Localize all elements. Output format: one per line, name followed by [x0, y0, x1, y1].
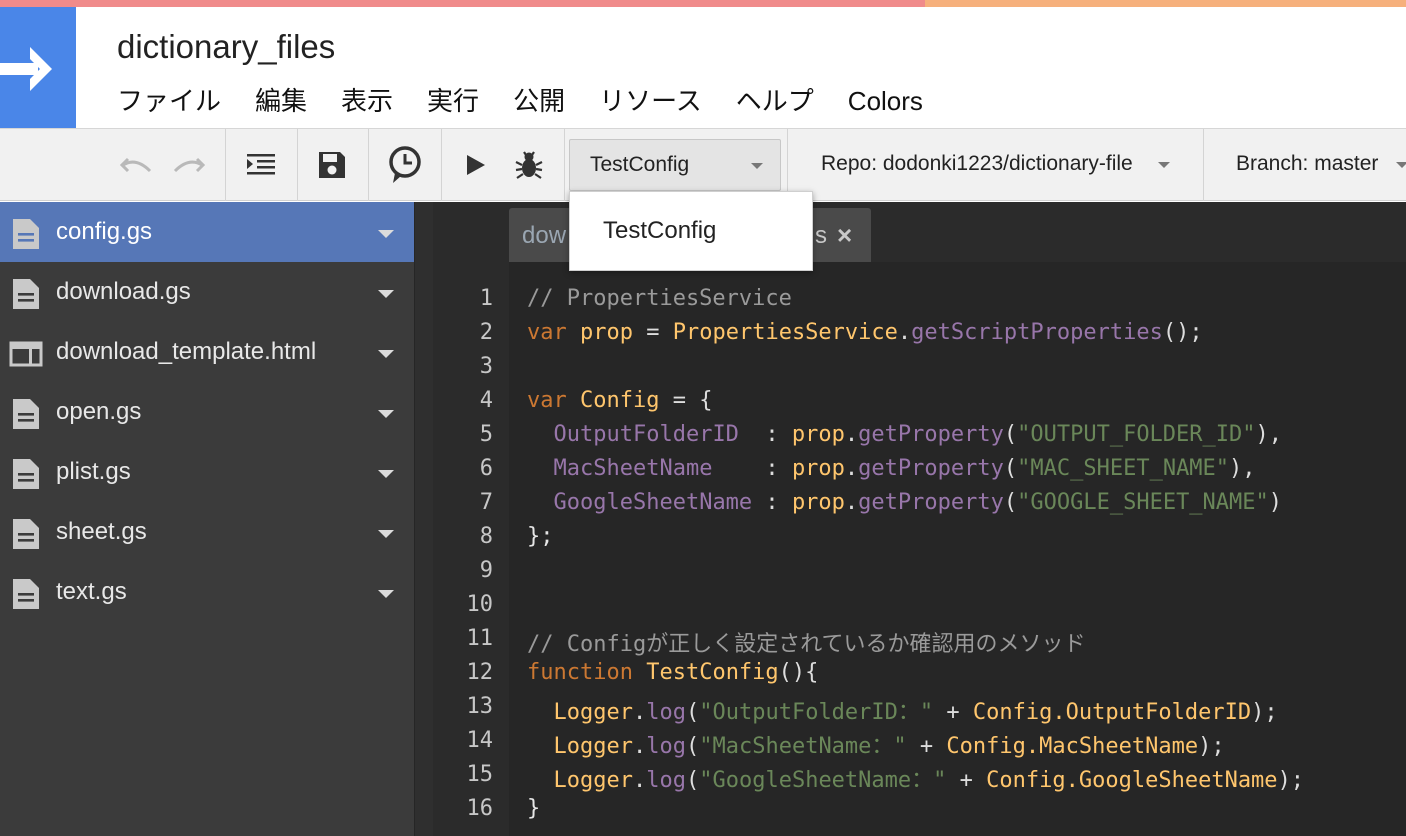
sidebar-resize-handle[interactable]	[414, 202, 433, 836]
script-file-icon	[13, 219, 39, 249]
code-line-4: var Config = {	[527, 388, 713, 413]
redo-icon	[173, 157, 206, 173]
html-file-icon	[9, 341, 43, 367]
menu-file[interactable]: ファイル	[100, 84, 238, 118]
chevron-down-icon[interactable]	[378, 290, 394, 298]
redo-button[interactable]	[168, 143, 210, 187]
chevron-down-icon	[751, 163, 763, 169]
function-dropdown-menu: TestConfig	[569, 191, 813, 271]
code-line-5: OutputFolderID : prop.getProperty("OUTPU…	[553, 422, 1283, 447]
top-color-stripe-accent	[925, 0, 1406, 7]
file-name: config.gs	[56, 218, 153, 245]
chevron-down-icon[interactable]	[378, 530, 394, 538]
chevron-down-icon[interactable]	[378, 410, 394, 418]
file-item-text[interactable]: text.gs	[0, 562, 414, 622]
file-item-download[interactable]: download.gs	[0, 262, 414, 322]
debug-bug-icon	[515, 151, 543, 179]
repo-selector[interactable]: Repo: dodonki1223/dictionary-file	[821, 152, 1133, 176]
save-icon	[319, 152, 345, 178]
line-number: 1	[479, 286, 493, 311]
menu-view[interactable]: 表示	[324, 84, 410, 118]
code-line-12: function TestConfig(){	[527, 660, 819, 685]
script-file-icon	[13, 519, 39, 549]
line-number: 5	[479, 422, 493, 447]
code-line-15: Logger.log("GoogleSheetName：" + Config.G…	[553, 768, 1305, 793]
line-number: 9	[479, 558, 493, 583]
file-item-open[interactable]: open.gs	[0, 382, 414, 442]
file-name: download_template.html	[56, 338, 317, 365]
code-line-16: }	[527, 796, 541, 821]
undo-icon	[119, 157, 152, 173]
code-line-6: MacSheetName : prop.getProperty("MAC_SHE…	[553, 456, 1256, 481]
file-name: plist.gs	[56, 458, 131, 485]
project-title[interactable]: dictionary_files	[117, 28, 335, 66]
triggers-clock-icon	[389, 146, 421, 183]
menu-bar: ファイル 編集 表示 実行 公開 リソース ヘルプ Colors	[100, 84, 940, 118]
file-sidebar: config.gs download.gs download_template.…	[0, 202, 414, 836]
code-editor[interactable]: // PropertiesService var prop = Properti…	[509, 262, 1406, 836]
function-select[interactable]: TestConfig	[569, 139, 781, 191]
code-line-7: GoogleSheetName : prop.getProperty("GOOG…	[553, 490, 1283, 515]
run-icon	[467, 155, 485, 175]
dropdown-option-testconfig[interactable]: TestConfig	[603, 217, 716, 245]
file-name: sheet.gs	[56, 518, 147, 545]
save-button[interactable]	[311, 143, 353, 187]
code-line-11: // Configが正しく設定されているか確認用のメソッド	[527, 632, 1086, 657]
script-file-icon	[13, 399, 39, 429]
line-number: 14	[466, 728, 494, 753]
line-number: 7	[479, 490, 493, 515]
chevron-down-icon[interactable]	[378, 470, 394, 478]
file-item-plist[interactable]: plist.gs	[0, 442, 414, 502]
code-line-2: var prop = PropertiesService.getScriptPr…	[527, 320, 1203, 345]
line-number: 2	[479, 320, 493, 345]
chevron-down-icon[interactable]	[1396, 162, 1406, 168]
script-file-icon	[13, 459, 39, 489]
indent-icon	[247, 154, 275, 175]
chevron-down-icon[interactable]	[378, 590, 394, 598]
arrow-right-icon	[0, 47, 52, 91]
line-number: 13	[466, 694, 494, 719]
menu-edit[interactable]: 編集	[238, 84, 324, 118]
line-number-gutter: 1 2 3 4 5 6 7 8 9 10 11 12 13 14 15 16	[433, 262, 509, 836]
apps-script-logo[interactable]	[0, 7, 76, 128]
line-number: 4	[479, 388, 493, 413]
menu-run[interactable]: 実行	[410, 84, 496, 118]
menu-publish[interactable]: 公開	[496, 84, 582, 118]
function-select-value: TestConfig	[590, 153, 690, 176]
line-number: 11	[466, 626, 494, 651]
branch-selector[interactable]: Branch: master	[1236, 152, 1378, 176]
file-name: text.gs	[56, 578, 127, 605]
indent-button[interactable]	[240, 143, 282, 187]
chevron-down-icon[interactable]	[378, 230, 394, 238]
code-line-14: Logger.log("MacSheetName：" + Config.MacS…	[553, 734, 1225, 759]
code-line-8: };	[527, 524, 554, 549]
line-number: 8	[479, 524, 493, 549]
undo-button[interactable]	[115, 143, 157, 187]
close-icon[interactable]: ×	[837, 220, 852, 251]
menu-help[interactable]: ヘルプ	[719, 84, 831, 118]
line-number: 3	[479, 354, 493, 379]
triggers-button[interactable]	[383, 143, 427, 187]
script-file-icon	[13, 279, 39, 309]
menu-resources[interactable]: リソース	[582, 84, 719, 118]
menu-colors[interactable]: Colors	[831, 84, 940, 118]
script-file-icon	[13, 579, 39, 609]
line-number: 16	[466, 796, 494, 821]
line-number: 6	[479, 456, 493, 481]
file-item-config[interactable]: config.gs	[0, 202, 414, 262]
chevron-down-icon[interactable]	[378, 350, 394, 358]
run-button[interactable]	[458, 143, 494, 187]
line-number: 15	[466, 762, 494, 787]
file-item-download-template[interactable]: download_template.html	[0, 322, 414, 382]
file-name: download.gs	[56, 278, 191, 305]
line-number: 12	[466, 660, 494, 685]
code-line-13: Logger.log("OutputFolderID：" + Config.Ou…	[553, 700, 1278, 725]
file-item-sheet[interactable]: sheet.gs	[0, 502, 414, 562]
chevron-down-icon[interactable]	[1158, 162, 1170, 168]
debug-button[interactable]	[508, 143, 550, 187]
file-name: open.gs	[56, 398, 142, 425]
code-line-1: // PropertiesService	[527, 286, 792, 311]
line-number: 10	[466, 592, 494, 617]
